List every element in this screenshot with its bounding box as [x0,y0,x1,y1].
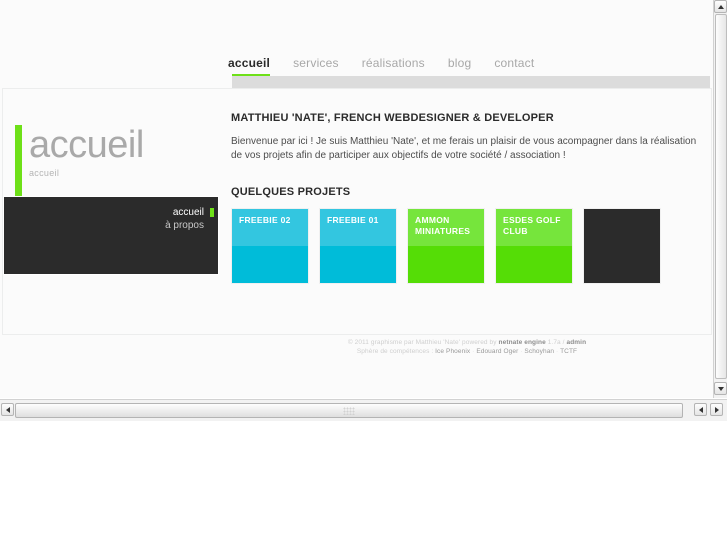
arrow-down-icon [717,386,724,391]
project-tile-label: AMMON MINIATURES [415,215,471,236]
arrow-right-icon [714,406,719,413]
project-tile[interactable]: FREEBIE 02 [231,208,309,284]
scroll-right-button[interactable] [710,403,723,416]
project-tile[interactable]: FREEBIE 01 [319,208,397,284]
sidebar-item-accueil[interactable]: accueil [165,206,214,219]
scroll-thumb-grip-icon [343,406,355,415]
footer-credit-link[interactable]: Edouard Oger [476,348,518,355]
page-bottom-area [0,421,727,545]
sidebar-active-marker [210,208,214,217]
footer-credit-link[interactable]: Ice Phoenix [435,348,470,355]
nav-item-blog[interactable]: blog [448,56,472,74]
projects-heading: QUELQUES PROJETS [231,186,351,198]
footer-engine-name[interactable]: netnate engine [499,339,546,346]
scroll-left-button-secondary[interactable] [694,403,707,416]
page-subtitle: accueil [29,168,60,178]
projects-grid: FREEBIE 02 FREEBIE 01 AMMON MINIATURES E… [231,208,709,284]
title-accent-bar [15,125,22,196]
footer-line-copyright: © 2011 graphisme par Matthieu 'Nate' pow… [228,338,706,347]
sidebar-item-a-propos-label: à propos [165,220,204,231]
scroll-left-button[interactable] [1,403,14,416]
arrow-up-icon [717,4,724,9]
project-tile[interactable]: ESDES GOLF CLUB [495,208,573,284]
footer-line-credits: Sphère de compétences : Ice Phoenix · Ed… [228,347,706,356]
scroll-up-button[interactable] [714,0,727,13]
nav-separator-bar [232,76,710,88]
browser-viewport: accueil services réalisations blog conta… [0,0,713,398]
tile-bottom-half [232,246,308,283]
footer-admin-link[interactable]: admin [567,339,587,346]
footer-credits-prefix: Sphère de compétences : [356,348,436,355]
scroll-down-button[interactable] [714,382,727,395]
arrow-left-icon [5,406,10,413]
vertical-scrollbar[interactable] [713,0,727,398]
nav-item-accueil[interactable]: accueil [228,56,270,74]
tile-top-half [584,209,660,246]
page-title: accueil [29,124,144,166]
footer-credit-link[interactable]: TCTF [560,348,577,355]
project-tile[interactable] [583,208,661,284]
footer-credit-link[interactable]: Schoyhan [524,348,554,355]
tile-bottom-half [408,246,484,283]
intro-heading: MATTHIEU 'NATE', FRENCH WEBDESIGNER & DE… [231,112,554,124]
vertical-scroll-thumb[interactable] [715,14,727,379]
nav-item-services[interactable]: services [293,56,339,74]
nav-item-realisations[interactable]: réalisations [362,56,425,74]
sidebar-item-a-propos[interactable]: à propos [165,219,204,232]
project-tile-label: ESDES GOLF CLUB [503,215,561,236]
nav-item-contact[interactable]: contact [494,56,534,74]
horizontal-scrollbar[interactable] [0,399,727,421]
right-column: MATTHIEU 'NATE', FRENCH WEBDESIGNER & DE… [231,89,709,284]
arrow-left-icon [698,406,703,413]
sidebar-dark-panel: accueil à propos [3,196,219,275]
sidebar-item-accueil-label: accueil [172,207,204,218]
footer-engine-version: 1.7a / [545,339,567,346]
project-tile[interactable]: AMMON MINIATURES [407,208,485,284]
content-container: accueil accueil accueil à propos MATTHIE… [2,88,712,335]
sidebar-menu: accueil à propos [165,206,214,232]
horizontal-scroll-thumb[interactable] [15,403,683,418]
tile-bottom-half [584,246,660,283]
project-tile-label: FREEBIE 01 [327,215,379,225]
tile-bottom-half [496,246,572,283]
left-column: accueil accueil accueil à propos [3,89,221,334]
footer: © 2011 graphisme par Matthieu 'Nate' pow… [228,338,706,356]
intro-paragraph: Bienvenue par ici ! Je suis Matthieu 'Na… [231,136,697,161]
footer-copyright-text: © 2011 graphisme par Matthieu 'Nate' pow… [347,339,499,346]
tile-bottom-half [320,246,396,283]
main-navigation: accueil services réalisations blog conta… [228,56,557,76]
project-tile-label: FREEBIE 02 [239,215,291,225]
